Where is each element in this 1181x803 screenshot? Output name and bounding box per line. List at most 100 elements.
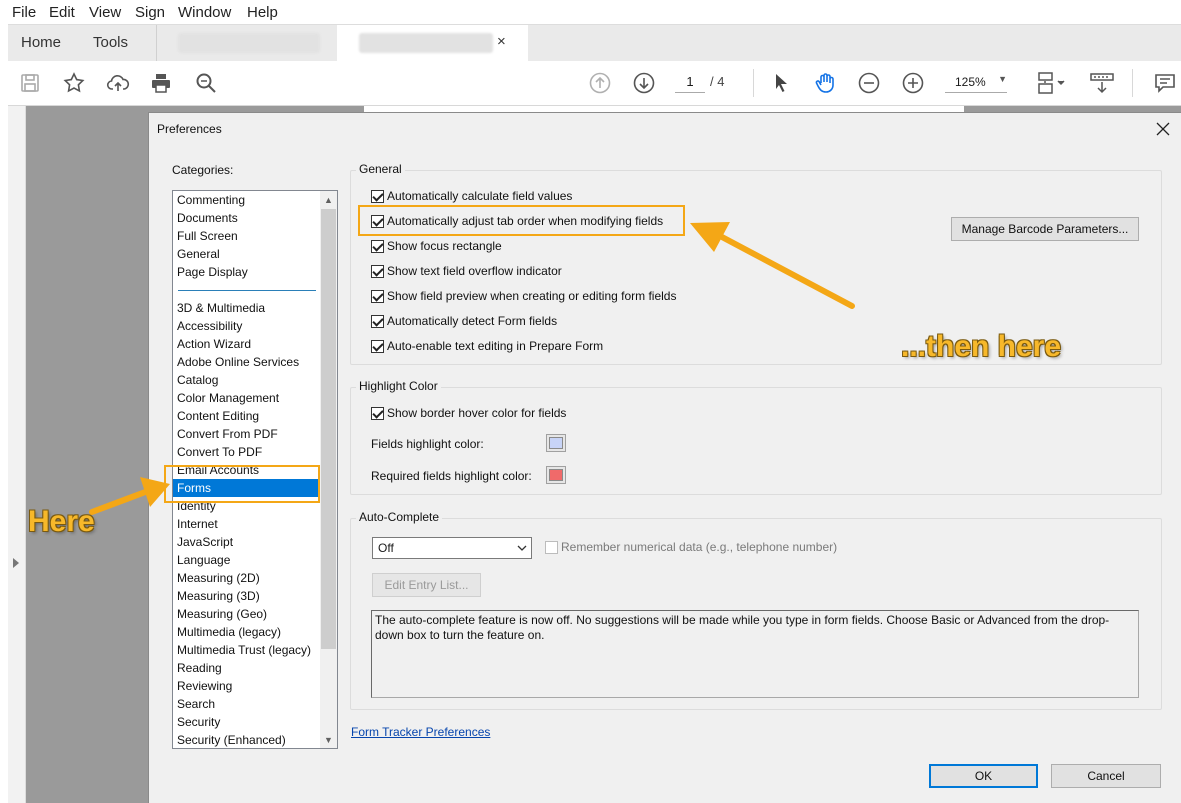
category-item[interactable]: Multimedia (legacy) [177,623,281,641]
left-panel-toggle[interactable] [8,106,26,803]
tab-home[interactable]: Home [21,34,61,51]
required-highlight-color-picker[interactable] [546,466,566,484]
annotation-then-here: ...then here [901,330,1062,363]
category-item[interactable]: Catalog [177,371,218,389]
scroll-up-icon[interactable]: ▲ [320,191,337,208]
cloud-upload-icon[interactable] [104,69,132,97]
option-overflow-indicator[interactable]: Show text field overflow indicator [371,264,562,278]
category-item[interactable]: Content Editing [177,407,259,425]
page-number-input[interactable]: 1 [675,71,705,93]
checkbox[interactable] [371,289,384,303]
category-item[interactable]: Action Wizard [177,335,251,353]
category-item[interactable]: Search [177,695,215,713]
scrolling-mode-icon[interactable] [1087,69,1117,97]
tab-document-active[interactable]: × [337,25,528,62]
tab-close-icon[interactable]: × [497,33,506,50]
auto-complete-group-title: Auto-Complete [356,510,443,524]
checkbox[interactable] [371,406,384,420]
checkbox[interactable] [371,314,384,328]
zoom-level-select[interactable]: 125% ▼ [945,71,1007,93]
scroll-down-icon[interactable]: ▼ [320,731,337,748]
scrollbar-thumb[interactable] [321,209,336,649]
toolbar: 1 / 4 125% ▼ [8,61,1181,106]
category-item[interactable]: JavaScript [177,533,233,551]
option-remember-numerical[interactable]: Remember numerical data (e.g., telephone… [545,540,837,554]
category-item[interactable]: Reviewing [177,677,232,695]
checkbox[interactable] [371,189,384,203]
menu-sign[interactable]: Sign [135,4,165,21]
categories-scrollbar[interactable]: ▲ ▼ [320,191,337,748]
edit-entry-list-button[interactable]: Edit Entry List... [372,573,481,597]
zoom-out-icon[interactable] [855,69,883,97]
option-label: Show field preview when creating or edit… [387,289,677,303]
menu-file[interactable]: File [12,4,36,21]
option-detect-form-fields[interactable]: Automatically detect Form fields [371,314,557,328]
category-item[interactable]: Color Management [177,389,279,407]
hand-tool-icon[interactable] [811,69,839,97]
select-cursor-icon[interactable] [767,69,795,97]
option-label: Remember numerical data (e.g., telephone… [561,540,838,554]
search-icon[interactable] [192,69,220,97]
menu-help[interactable]: Help [247,4,278,21]
category-item[interactable]: Convert From PDF [177,425,278,443]
zoom-in-icon[interactable] [899,69,927,97]
category-item[interactable]: Documents [177,209,238,227]
category-item[interactable]: Page Display [177,263,248,281]
cancel-button[interactable]: Cancel [1051,764,1161,788]
fields-highlight-swatch [549,437,563,449]
category-item[interactable]: Full Screen [177,227,238,245]
checkbox[interactable] [371,339,384,353]
option-auto-enable-text-editing[interactable]: Auto-enable text editing in Prepare Form [371,339,603,353]
ok-button[interactable]: OK [929,764,1038,788]
comment-icon[interactable] [1151,69,1179,97]
menu-window[interactable]: Window [178,4,231,21]
highlight-box-tab-order-option [358,205,685,236]
category-item[interactable]: General [177,245,220,263]
category-item[interactable]: Language [177,551,230,569]
close-icon[interactable] [1151,117,1175,141]
star-icon[interactable] [60,69,88,97]
category-item[interactable]: Commenting [177,191,245,209]
toolbar-divider [753,69,754,97]
category-item[interactable]: Reading [177,659,222,677]
auto-complete-mode-value: Off [378,541,394,555]
category-item[interactable]: Convert To PDF [177,443,262,461]
category-item[interactable]: Security (Enhanced) [177,731,286,748]
tab-tools[interactable]: Tools [93,34,128,51]
category-item[interactable]: Measuring (2D) [177,569,260,587]
option-field-preview[interactable]: Show field preview when creating or edit… [371,289,676,303]
checkbox[interactable] [371,264,384,278]
tab-bar: Home Tools × [8,24,1181,62]
option-label: Automatically detect Form fields [387,314,558,328]
page-display-icon[interactable] [1034,69,1068,97]
previous-page-icon[interactable] [586,69,614,97]
fields-highlight-color-picker[interactable] [546,434,566,452]
category-divider [178,290,316,291]
auto-complete-mode-select[interactable]: Off [372,537,532,559]
next-page-icon[interactable] [630,69,658,97]
category-item[interactable]: Security [177,713,220,731]
option-auto-calculate[interactable]: Automatically calculate field values [371,189,572,203]
chevron-down-icon [513,538,531,558]
zoom-level-value: 125% [955,75,986,89]
menu-edit[interactable]: Edit [49,4,75,21]
category-item[interactable]: 3D & Multimedia [177,299,265,317]
option-label: Show focus rectangle [387,239,502,253]
category-item[interactable]: Internet [177,515,218,533]
category-item[interactable]: Measuring (3D) [177,587,260,605]
dialog-title: Preferences [157,122,222,136]
checkbox[interactable] [545,540,558,554]
checkbox[interactable] [371,239,384,253]
menu-view[interactable]: View [89,4,121,21]
category-item[interactable]: Accessibility [177,317,242,335]
option-show-border-hover[interactable]: Show border hover color for fields [371,406,566,420]
form-tracker-preferences-link[interactable]: Form Tracker Preferences [351,725,490,739]
print-icon[interactable] [147,69,175,97]
category-item[interactable]: Measuring (Geo) [177,605,267,623]
tab-document-blurred-title[interactable] [178,33,320,53]
manage-barcode-button[interactable]: Manage Barcode Parameters... [951,217,1139,241]
option-show-focus-rectangle[interactable]: Show focus rectangle [371,239,502,253]
save-icon[interactable] [16,69,44,97]
category-item[interactable]: Adobe Online Services [177,353,299,371]
category-item[interactable]: Multimedia Trust (legacy) [177,641,311,659]
